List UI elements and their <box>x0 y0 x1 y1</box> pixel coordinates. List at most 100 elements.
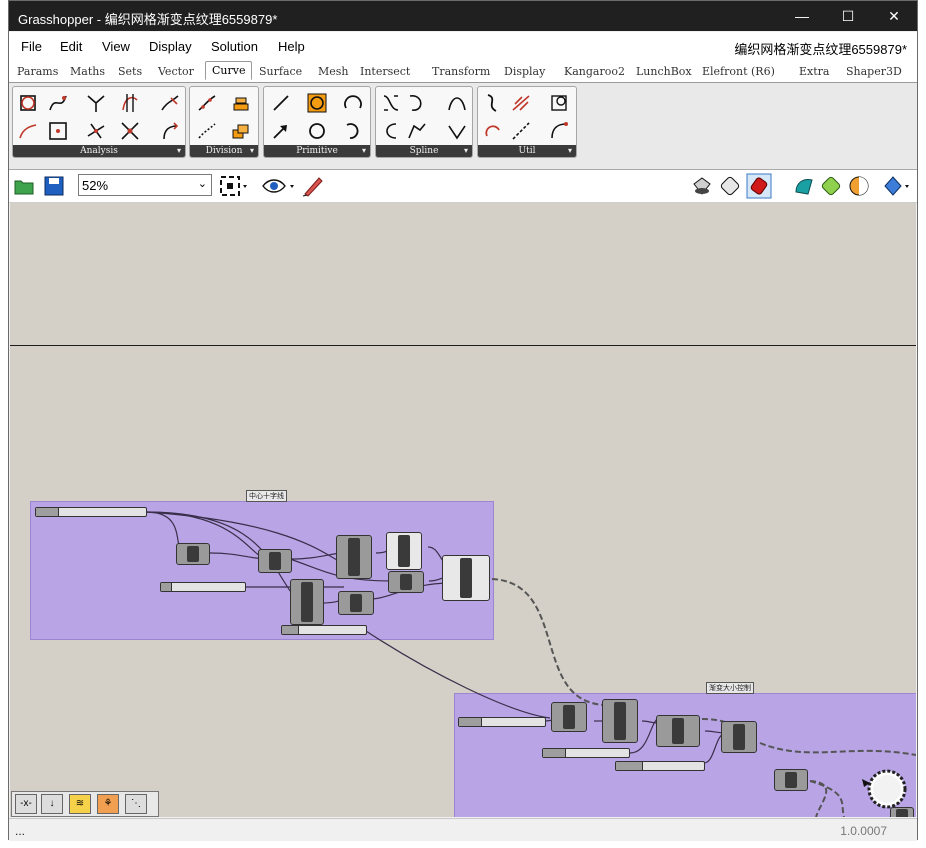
curve-length-icon[interactable] <box>159 120 181 142</box>
contour-icon[interactable] <box>230 92 252 114</box>
window-title: Grasshopper - 编织网格渐变点纹理6559879* <box>18 12 278 27</box>
kinky-curve-icon[interactable] <box>406 120 428 142</box>
end-points-icon[interactable] <box>17 120 39 142</box>
grasshopper-component[interactable] <box>551 702 587 732</box>
material-green-icon[interactable] <box>819 174 843 198</box>
grasshopper-component[interactable] <box>890 807 914 817</box>
tab-intersect[interactable]: Intersect <box>360 65 410 78</box>
grasshopper-component[interactable] <box>774 769 808 791</box>
polyline-icon[interactable] <box>380 120 402 142</box>
project-icon[interactable] <box>548 92 570 114</box>
number-slider[interactable] <box>281 625 367 635</box>
bezier-icon[interactable] <box>406 92 428 114</box>
fillet-icon[interactable] <box>510 92 532 114</box>
polygon-center-icon[interactable] <box>47 120 69 142</box>
menu-display[interactable]: Display <box>149 39 192 54</box>
menu-help[interactable]: Help <box>278 39 305 54</box>
tab-params[interactable]: Params <box>17 65 58 78</box>
menu-edit[interactable]: Edit <box>60 39 82 54</box>
wire-display-icon[interactable] <box>718 174 742 198</box>
galapagos-button[interactable]: ⚘ <box>97 794 119 814</box>
divide-curve-icon[interactable] <box>196 92 218 114</box>
menu-file[interactable]: File <box>21 39 42 54</box>
open-file-icon[interactable] <box>13 175 35 197</box>
tab-lunchbox[interactable]: LunchBox <box>636 65 692 78</box>
tab-display[interactable]: Display <box>504 65 545 78</box>
number-slider[interactable] <box>35 507 147 517</box>
join-icon[interactable] <box>510 120 532 142</box>
gradient-sphere-icon[interactable] <box>847 174 871 198</box>
sketch-pen-icon[interactable] <box>301 174 325 198</box>
flip-icon[interactable] <box>482 120 504 142</box>
download-button[interactable]: ↓ <box>41 794 63 814</box>
zoom-extents-icon[interactable] <box>219 175 249 197</box>
minimize-button[interactable]: — <box>779 1 825 31</box>
status-message: ... <box>15 824 26 838</box>
preview-eye-icon[interactable] <box>261 175 297 197</box>
grasshopper-component[interactable] <box>721 721 757 753</box>
heat-map-button[interactable]: ≋ <box>69 794 91 814</box>
offset-icon[interactable] <box>482 92 504 114</box>
wire-tool-button[interactable]: ⋱ <box>125 794 147 814</box>
circle-icon[interactable] <box>306 120 328 142</box>
menu-view[interactable]: View <box>102 39 130 54</box>
document-name: 编织网格渐变点纹理6559879* <box>734 42 907 57</box>
tangent-curve-icon[interactable] <box>446 120 468 142</box>
grasshopper-component[interactable] <box>442 555 490 601</box>
perpendicular-icon[interactable] <box>85 120 107 142</box>
circle-3pt-icon[interactable] <box>342 92 364 114</box>
arc-sed-icon[interactable] <box>342 120 364 142</box>
dash-pattern-icon[interactable] <box>230 120 252 142</box>
discontinuity-icon[interactable] <box>119 120 141 142</box>
curve-closest-icon[interactable] <box>47 92 69 114</box>
tab-transform[interactable]: Transform <box>432 65 490 78</box>
branch-icon[interactable] <box>85 92 107 114</box>
number-slider[interactable] <box>160 582 246 592</box>
tab-shaper3d[interactable]: Shaper3D <box>846 65 902 78</box>
number-slider[interactable] <box>458 717 546 727</box>
tab-curve[interactable]: Curve <box>205 61 253 80</box>
number-slider[interactable] <box>542 748 630 758</box>
fit-button[interactable]: -x- <box>15 794 37 814</box>
grasshopper-component[interactable] <box>290 579 324 625</box>
graph-canvas[interactable]: 中心十字线 渐变大小控制 -x- ↓ ≋ ⚘ ⋱ <box>10 203 916 817</box>
interpolate-icon[interactable] <box>380 92 402 114</box>
blue-sphere-icon[interactable] <box>881 174 913 198</box>
arc-icon[interactable] <box>306 92 328 114</box>
grasshopper-component[interactable] <box>176 543 210 565</box>
save-file-icon[interactable] <box>43 175 65 197</box>
tab-kangaroo2[interactable]: Kangaroo2 <box>564 65 625 78</box>
tab-sets[interactable]: Sets <box>118 65 142 78</box>
preview-red-icon[interactable] <box>746 173 772 199</box>
tab-maths[interactable]: Maths <box>70 65 105 78</box>
line-icon[interactable] <box>270 92 292 114</box>
grasshopper-component[interactable] <box>656 715 700 747</box>
tab-extra[interactable]: Extra <box>799 65 829 78</box>
curve-frame-icon[interactable] <box>159 92 181 114</box>
shatter-icon[interactable] <box>196 120 218 142</box>
paint-bucket-icon[interactable] <box>690 174 714 198</box>
tab-surface[interactable]: Surface <box>259 65 302 78</box>
zoom-select[interactable]: 52% ⌄ <box>78 174 212 196</box>
vector-line-icon[interactable] <box>270 120 292 142</box>
grasshopper-component[interactable] <box>602 699 638 743</box>
tab-vector[interactable]: Vector <box>158 65 194 78</box>
orbit-gizmo-icon[interactable] <box>858 765 910 813</box>
grasshopper-component[interactable] <box>386 532 422 570</box>
curvature-icon[interactable] <box>17 92 39 114</box>
close-button[interactable]: ✕ <box>871 1 917 31</box>
tab-elefront[interactable]: Elefront (R6) <box>702 65 775 78</box>
number-slider[interactable] <box>615 761 705 771</box>
maximize-button[interactable]: ☐ <box>825 1 871 31</box>
grasshopper-component[interactable] <box>336 535 372 579</box>
tab-mesh[interactable]: Mesh <box>318 65 349 78</box>
nurbs-icon[interactable] <box>446 92 468 114</box>
tangent-icon[interactable] <box>119 92 141 114</box>
grasshopper-component[interactable] <box>338 591 374 615</box>
shaded-teal-icon[interactable] <box>792 174 816 198</box>
grasshopper-component[interactable] <box>388 571 424 593</box>
extend-icon[interactable] <box>548 120 570 142</box>
grasshopper-component[interactable] <box>258 549 292 573</box>
menu-solution[interactable]: Solution <box>211 39 258 54</box>
panel-label-util: Util ▾ <box>478 145 576 157</box>
